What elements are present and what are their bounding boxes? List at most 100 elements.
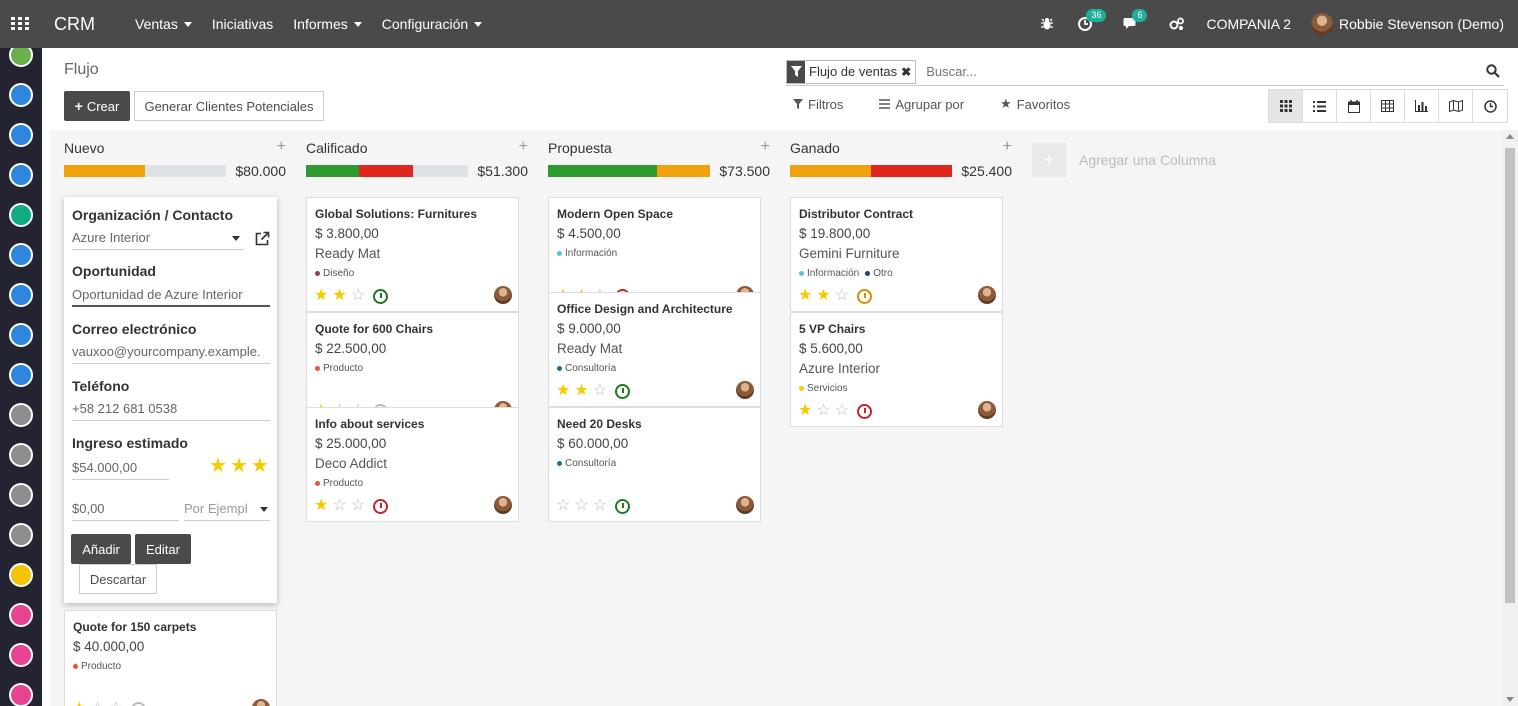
activity-clock-icon[interactable] — [857, 288, 873, 304]
priority-star-icon[interactable]: ☆ — [835, 403, 849, 419]
app-shortcut-icon[interactable] — [9, 203, 33, 227]
app-shortcut-icon[interactable] — [9, 403, 33, 427]
menu-iniciativas[interactable]: Iniciativas — [212, 16, 273, 32]
app-shortcut-icon[interactable] — [9, 48, 33, 67]
column-progress-bar[interactable] — [64, 165, 226, 177]
progress-segment[interactable] — [790, 165, 871, 177]
progress-segment[interactable] — [548, 165, 657, 177]
salesperson-avatar[interactable] — [494, 496, 512, 514]
external-link-icon[interactable] — [254, 231, 270, 250]
activity-clock-icon[interactable] — [615, 498, 631, 514]
activity-view-icon[interactable] — [1473, 90, 1507, 122]
priority-star-icon[interactable]: ★ — [230, 456, 248, 476]
priority-stars[interactable]: ★ ★ ★ — [209, 456, 269, 476]
app-shortcut-icon[interactable] — [9, 283, 33, 307]
pivot-view-icon[interactable] — [1371, 90, 1405, 122]
facet-remove-icon[interactable]: ✖ — [901, 65, 915, 79]
activity-clock-icon[interactable] — [373, 288, 389, 304]
progress-segment[interactable] — [64, 165, 145, 177]
progress-segment[interactable] — [656, 165, 710, 177]
search-icon[interactable] — [1486, 64, 1500, 81]
priority-star-icon[interactable]: ★ — [556, 383, 570, 399]
page-scrollbar[interactable] — [1502, 130, 1518, 706]
opportunity-card[interactable]: Quote for 150 carpets $ 40.000,00 Producto… — [64, 610, 277, 706]
app-shortcut-icon[interactable] — [9, 123, 33, 147]
column-title[interactable]: Propuesta — [548, 140, 612, 156]
priority-star-icon[interactable]: ★ — [72, 701, 86, 706]
priority-star-icon[interactable]: ☆ — [816, 403, 830, 419]
add-button[interactable]: Añadir — [71, 534, 131, 564]
column-progress-bar[interactable] — [306, 165, 468, 177]
apps-menu-icon[interactable] — [0, 0, 40, 48]
email-input[interactable]: vauxoo@yourcompany.example. — [72, 340, 270, 364]
phone-input[interactable]: +58 212 681 0538 — [72, 397, 270, 421]
org-contact-select[interactable]: Azure Interior — [72, 226, 244, 250]
scroll-up-arrow-icon[interactable] — [1506, 134, 1514, 139]
column-progress-bar[interactable] — [548, 165, 710, 177]
activity-clock-icon[interactable] — [857, 403, 873, 419]
app-shortcut-icon[interactable] — [9, 443, 33, 467]
activity-clock-icon[interactable] — [373, 498, 389, 514]
app-shortcut-icon[interactable] — [9, 483, 33, 507]
progress-segment[interactable] — [359, 165, 413, 177]
scroll-down-arrow-icon[interactable] — [1506, 697, 1514, 702]
search-input[interactable] — [926, 64, 1447, 79]
column-quick-add-icon[interactable]: + — [519, 138, 528, 156]
priority-star-icon[interactable]: ★ — [251, 456, 269, 476]
column-quick-add-icon[interactable]: + — [761, 138, 770, 156]
priority-star-icon[interactable]: ☆ — [556, 498, 570, 514]
generate-leads-button[interactable]: Generar Clientes Potenciales — [134, 91, 324, 121]
priority-star-icon[interactable]: ☆ — [351, 498, 365, 514]
priority-star-icon[interactable]: ★ — [314, 288, 328, 304]
priority-star-icon[interactable]: ☆ — [593, 498, 607, 514]
app-shortcut-icon[interactable] — [9, 643, 33, 667]
list-view-icon[interactable] — [1303, 90, 1337, 122]
filters-dropdown[interactable]: Filtros — [793, 96, 843, 112]
column-title[interactable]: Nuevo — [64, 140, 104, 156]
recurring-revenue-input[interactable]: $0,00 — [72, 497, 179, 521]
company-switch-icon[interactable] — [1168, 15, 1186, 33]
scrollbar-thumb[interactable] — [1505, 148, 1515, 603]
salesperson-avatar[interactable] — [978, 286, 996, 304]
progress-segment[interactable] — [871, 165, 952, 177]
app-shortcut-icon[interactable] — [9, 243, 33, 267]
app-name[interactable]: CRM — [54, 14, 95, 35]
add-column-label[interactable]: Agregar una Columna — [1079, 152, 1216, 168]
priority-star-icon[interactable]: ☆ — [109, 701, 123, 706]
priority-star-icon[interactable]: ★ — [816, 288, 830, 304]
favorites-dropdown[interactable]: ★ Favoritos — [1000, 96, 1070, 112]
salesperson-avatar[interactable] — [494, 286, 512, 304]
opportunity-input[interactable]: Oportunidad de Azure Interior — [72, 283, 270, 307]
create-button[interactable]: + Crear — [64, 91, 130, 121]
company-name[interactable]: COMPANIA 2 — [1206, 16, 1291, 32]
column-title[interactable]: Calificado — [306, 140, 367, 156]
kanban-view-icon[interactable] — [1269, 90, 1303, 122]
priority-star-icon[interactable]: ☆ — [574, 498, 588, 514]
activity-clock-icon[interactable]: 36 — [1076, 9, 1107, 33]
menu-ventas[interactable]: Ventas — [135, 16, 192, 32]
menu-informes[interactable]: Informes — [293, 16, 362, 32]
app-shortcut-icon[interactable] — [9, 683, 33, 706]
salesperson-avatar[interactable] — [736, 381, 754, 399]
priority-star-icon[interactable]: ☆ — [593, 383, 607, 399]
app-shortcut-icon[interactable] — [9, 163, 33, 187]
opportunity-card[interactable]: 5 VP Chairs $ 5.600,00 Azure Interior Servi… — [790, 312, 1003, 427]
priority-star-icon[interactable]: ★ — [314, 498, 328, 514]
progress-segment[interactable] — [306, 165, 360, 177]
salesperson-avatar[interactable] — [252, 699, 270, 706]
column-progress-bar[interactable] — [790, 165, 952, 177]
app-shortcut-icon[interactable] — [9, 563, 33, 587]
priority-star-icon[interactable]: ☆ — [90, 701, 104, 706]
activity-clock-icon[interactable] — [615, 383, 631, 399]
priority-star-icon[interactable]: ★ — [798, 288, 812, 304]
priority-star-icon[interactable]: ★ — [574, 383, 588, 399]
opportunity-card[interactable]: Global Solutions: Furnitures $ 3.800,00 Re… — [306, 197, 519, 312]
app-shortcut-icon[interactable] — [9, 83, 33, 107]
priority-star-icon[interactable]: ★ — [209, 456, 227, 476]
messages-chat-icon[interactable]: 6 — [1122, 9, 1148, 33]
app-shortcut-icon[interactable] — [9, 363, 33, 387]
opportunity-card[interactable]: Office Design and Architecture $ 9.000,00… — [548, 292, 761, 407]
menu-configuracin[interactable]: Configuración — [382, 16, 483, 32]
column-quick-add-icon[interactable]: + — [277, 138, 286, 156]
opportunity-card[interactable]: Info about services $ 25.000,00 Deco Addic… — [306, 407, 519, 522]
